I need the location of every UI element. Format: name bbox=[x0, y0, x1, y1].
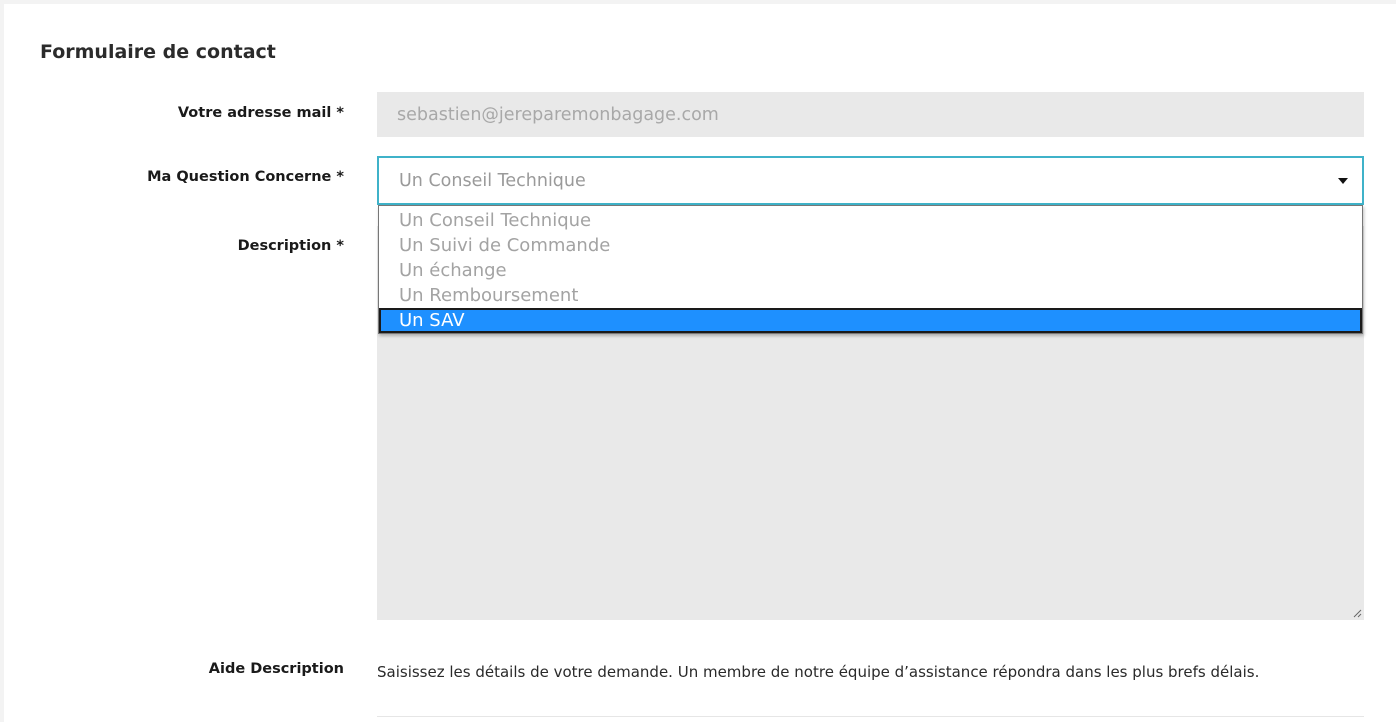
caret-down-icon bbox=[1338, 178, 1348, 184]
help-text: Saisissez les détails de votre demande. … bbox=[377, 663, 1260, 681]
dropdown-option[interactable]: Un Suivi de Commande bbox=[379, 233, 1362, 258]
question-select[interactable]: Un Conseil Technique bbox=[377, 156, 1364, 205]
question-select-value: Un Conseil Technique bbox=[399, 170, 586, 191]
description-label: Description * bbox=[237, 238, 344, 254]
resize-grip-icon[interactable] bbox=[1352, 608, 1362, 618]
help-label: Aide Description bbox=[208, 661, 344, 677]
question-label: Ma Question Concerne * bbox=[147, 169, 344, 185]
dropdown-option[interactable]: Un échange bbox=[379, 258, 1362, 283]
divider bbox=[377, 716, 1364, 717]
email-value: sebastien@jereparemonbagage.com bbox=[397, 104, 719, 125]
question-dropdown-list: Un Conseil Technique Un Suivi de Command… bbox=[378, 205, 1363, 334]
email-field[interactable]: sebastien@jereparemonbagage.com bbox=[377, 92, 1364, 137]
form-title: Formulaire de contact bbox=[40, 41, 276, 63]
dropdown-option[interactable]: Un Conseil Technique bbox=[379, 208, 1362, 233]
dropdown-option-highlighted[interactable]: Un SAV bbox=[379, 308, 1362, 333]
dropdown-option[interactable]: Un Remboursement bbox=[379, 283, 1362, 308]
email-label: Votre adresse mail * bbox=[177, 105, 344, 121]
